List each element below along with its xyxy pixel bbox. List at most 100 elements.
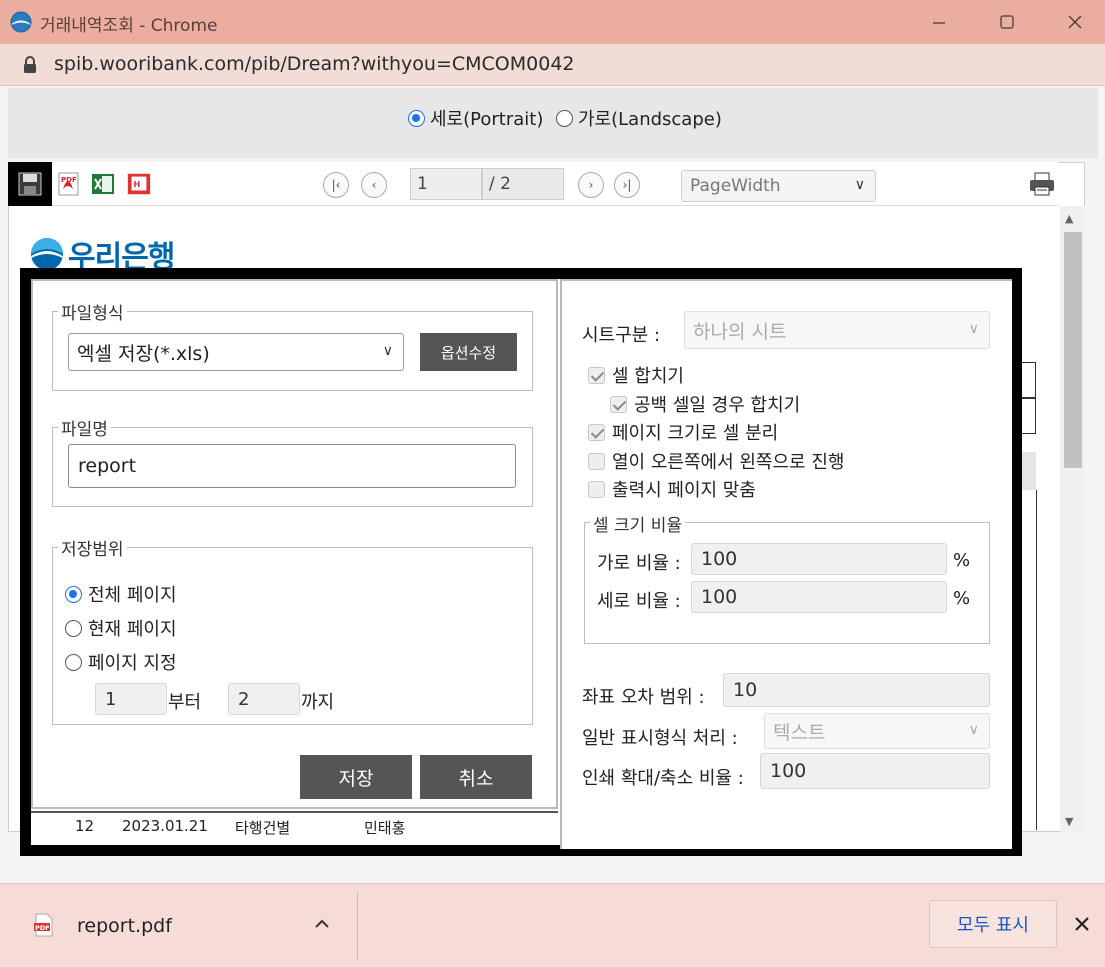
fit-page-checkbox[interactable]	[588, 480, 605, 498]
range-all-option[interactable]: 전체 페이지	[65, 581, 177, 607]
address-bar[interactable]: spib.wooribank.com/pib/Dream?withyou=CMC…	[0, 44, 1105, 86]
excel-export-icon[interactable]	[90, 171, 116, 197]
range-current-label: 현재 페이지	[88, 619, 177, 640]
range-custom-option[interactable]: 페이지 지정	[65, 649, 177, 675]
cancel-button[interactable]: 취소	[420, 755, 532, 799]
merge-blank-option[interactable]: 공백 셀일 경우 합치기	[610, 391, 800, 417]
range-to-label: 까지	[301, 692, 335, 713]
scroll-up-icon[interactable]: ▲	[1065, 212, 1073, 225]
first-page-button[interactable]: |‹	[323, 172, 349, 198]
download-bar: PDF report.pdf 모두 표시	[0, 883, 1105, 967]
cell-ratio-legend: 셀 크기 비율	[590, 511, 686, 536]
hwp-export-icon[interactable]: H	[126, 171, 152, 197]
zoom-select[interactable]: PageWidth ∨	[681, 170, 876, 202]
portrait-radio[interactable]	[408, 109, 425, 127]
report-row-date: 2023.01.21	[122, 817, 208, 835]
fit-page-label: 출력시 페이지 맞춤	[612, 480, 756, 501]
range-to-input[interactable]: 2	[228, 683, 300, 715]
horizontal-ratio-unit: %	[953, 550, 971, 571]
vertical-ratio-label: 세로 비율 :	[597, 591, 681, 612]
coord-error-input[interactable]: 10	[723, 673, 990, 707]
report-row-no: 12	[75, 817, 95, 835]
chrome-favicon-icon	[10, 11, 32, 33]
sheet-select-value: 하나의 시트	[693, 320, 787, 343]
landscape-radio[interactable]	[556, 109, 573, 127]
total-pages: / 2	[482, 168, 564, 200]
orientation-bar: 세로(Portrait) 가로(Landscape)	[8, 88, 1098, 158]
merge-cells-checkbox[interactable]	[588, 366, 605, 384]
horizontal-ratio-input[interactable]: 100	[691, 543, 947, 575]
merge-blank-checkbox[interactable]	[610, 395, 627, 413]
general-format-select[interactable]: 텍스트 ∨	[764, 713, 990, 749]
url-text: spib.wooribank.com/pib/Dream?withyou=CMC…	[54, 53, 575, 75]
chevron-down-icon: ∨	[968, 321, 979, 338]
file-format-legend: 파일형식	[58, 299, 127, 324]
pdf-export-icon[interactable]: PDF	[56, 171, 82, 197]
window-titlebar: 거래내역조회 - Chrome	[0, 0, 1105, 44]
last-page-button[interactable]: ›|	[614, 172, 640, 198]
floppy-disk-icon	[18, 172, 42, 196]
range-current-radio[interactable]	[65, 619, 82, 637]
range-all-radio[interactable]	[65, 585, 82, 603]
portrait-label: 세로(Portrait)	[430, 109, 544, 130]
current-page-input[interactable]: 1	[410, 168, 482, 200]
vertical-ratio-unit: %	[953, 588, 971, 609]
svg-text:H: H	[133, 179, 140, 189]
edit-options-button[interactable]: 옵션수정	[420, 333, 517, 371]
file-name-input[interactable]: report	[68, 444, 516, 488]
print-scale-input[interactable]: 100	[760, 753, 990, 789]
range-current-option[interactable]: 현재 페이지	[65, 615, 177, 641]
printer-icon[interactable]	[1028, 170, 1056, 202]
fit-page-option[interactable]: 출력시 페이지 맞춤	[588, 476, 756, 502]
download-file-name[interactable]: report.pdf	[77, 915, 172, 937]
save-button[interactable]: 저장	[300, 755, 412, 799]
split-by-page-label: 페이지 크기로 셀 분리	[612, 423, 779, 444]
print-scale-label: 인쇄 확대/축소 비율 :	[582, 768, 744, 789]
sheet-label: 시트구분 :	[582, 325, 661, 346]
horizontal-ratio-label: 가로 비율 :	[597, 553, 681, 574]
portrait-option[interactable]: 세로(Portrait)	[408, 105, 543, 131]
left-panel: 파일형식 엑셀 저장(*.xls) ∨ 옵션수정 파일명 report 저장범위…	[31, 279, 558, 809]
zoom-select-value: PageWidth	[690, 176, 781, 196]
download-divider	[357, 892, 358, 960]
report-row-border	[31, 811, 558, 813]
landscape-option[interactable]: 가로(Landscape)	[556, 105, 722, 131]
window-title: 거래내역조회 - Chrome	[40, 16, 218, 36]
landscape-label: 가로(Landscape)	[578, 109, 722, 130]
split-by-page-option[interactable]: 페이지 크기로 셀 분리	[588, 419, 778, 445]
next-page-button[interactable]: ›	[578, 172, 604, 198]
vertical-ratio-input[interactable]: 100	[691, 581, 947, 613]
viewer-toolbar: PDF H |‹ ‹ 1 / 2 › ›| PageWidth ∨	[8, 162, 1058, 206]
range-from-input[interactable]: 1	[95, 683, 167, 715]
minimize-icon[interactable]	[904, 0, 974, 44]
show-all-button[interactable]: 모두 표시	[929, 900, 1057, 948]
bank-logo-icon	[31, 238, 63, 270]
maximize-icon[interactable]	[972, 0, 1042, 44]
range-custom-label: 페이지 지정	[88, 653, 177, 674]
close-download-bar-icon[interactable]	[1073, 915, 1091, 937]
coord-error-label: 좌표 오차 범위 :	[582, 687, 705, 708]
range-custom-radio[interactable]	[65, 653, 82, 671]
merge-cells-label: 셀 합치기	[612, 366, 684, 387]
chevron-up-icon[interactable]	[313, 916, 331, 935]
rtl-columns-option[interactable]: 열이 오른쪽에서 왼쪽으로 진행	[588, 448, 844, 474]
sheet-select[interactable]: 하나의 시트 ∨	[684, 311, 990, 349]
rtl-columns-checkbox[interactable]	[588, 452, 605, 470]
close-window-icon[interactable]	[1040, 0, 1105, 44]
svg-text:PDF: PDF	[35, 924, 50, 932]
merge-cells-option[interactable]: 셀 합치기	[588, 362, 684, 388]
scroll-down-icon[interactable]: ▼	[1065, 815, 1073, 828]
chevron-down-icon: ∨	[382, 343, 393, 360]
save-disk-button[interactable]	[8, 162, 52, 206]
file-format-value: 엑셀 저장(*.xls)	[77, 342, 210, 365]
report-row-type: 타행건별	[235, 819, 291, 837]
range-all-label: 전체 페이지	[88, 585, 177, 606]
file-format-select[interactable]: 엑셀 저장(*.xls) ∨	[68, 333, 404, 371]
lock-icon	[22, 55, 38, 79]
range-from-label: 부터	[168, 692, 202, 713]
split-by-page-checkbox[interactable]	[588, 423, 605, 441]
right-panel: 시트구분 : 하나의 시트 ∨ 셀 합치기 공백 셀일 경우 합치기 페이지 크…	[560, 279, 1012, 849]
prev-page-button[interactable]: ‹	[361, 172, 387, 198]
viewer-scrollbar-thumb[interactable]	[1064, 232, 1082, 468]
svg-text:PDF: PDF	[61, 176, 77, 184]
